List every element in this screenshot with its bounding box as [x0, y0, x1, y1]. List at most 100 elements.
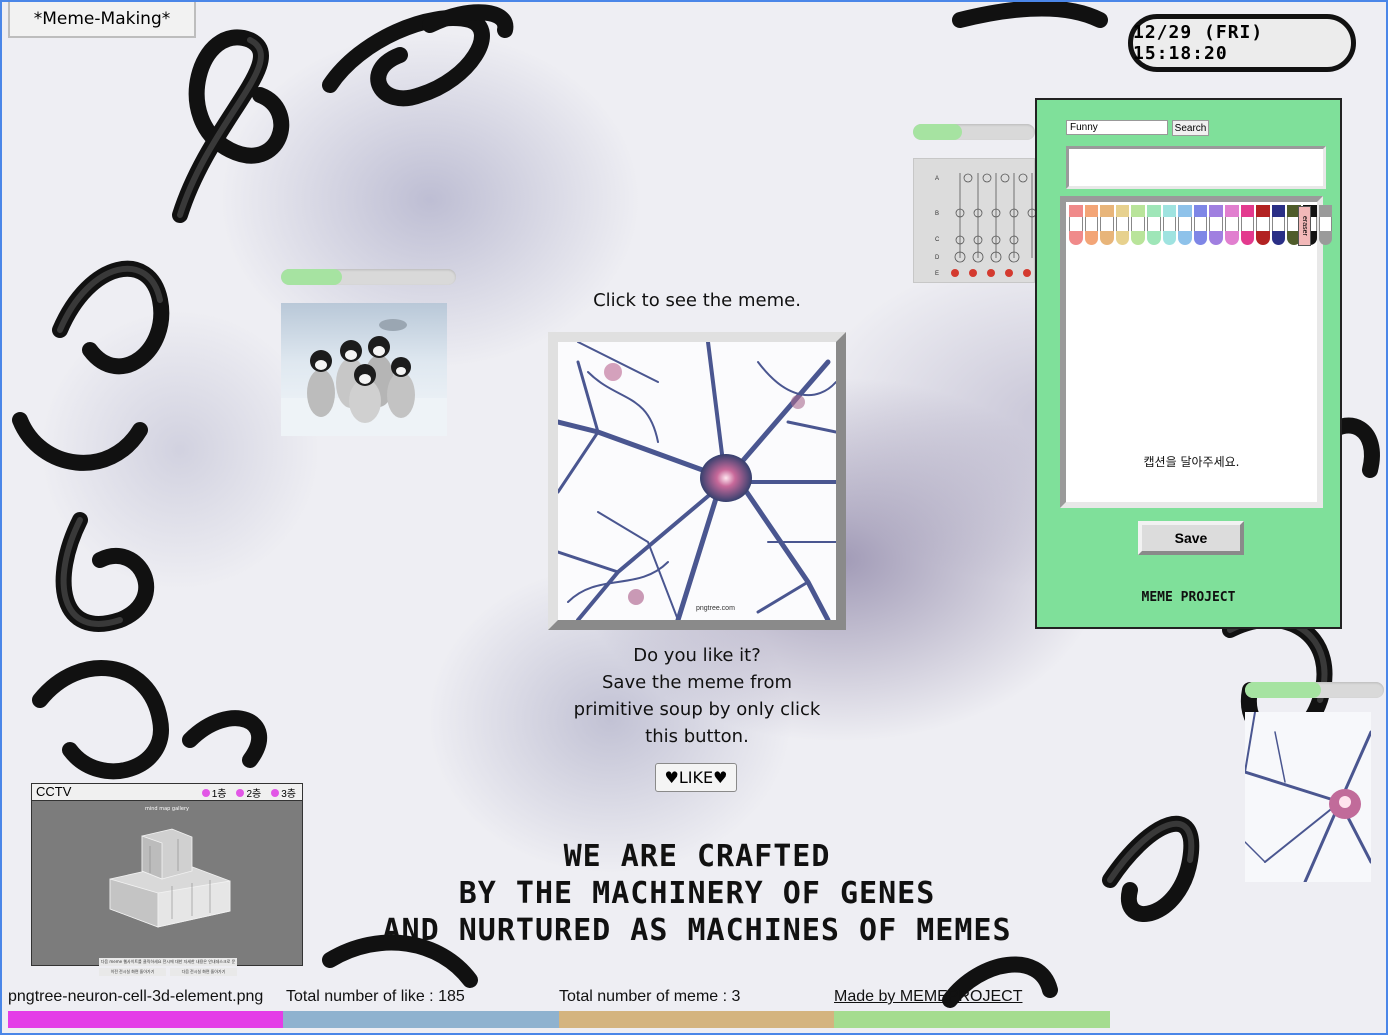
canvas-caption: 캡션을 달아주세요.: [1143, 455, 1240, 469]
crayon-label: [1224, 217, 1239, 231]
crayon-tip: [1100, 231, 1114, 245]
neuron-thumbnail-image: [1245, 712, 1371, 882]
crayon-color-swatch[interactable]: [1318, 205, 1333, 253]
crayon-label: [1115, 217, 1130, 231]
crayon-color-swatch[interactable]: [1069, 205, 1083, 253]
crayon-tip: [1131, 231, 1145, 245]
tagline-line: We are crafted: [563, 839, 831, 874]
caption-input[interactable]: [1066, 146, 1326, 189]
crayon-color-swatch[interactable]: [1209, 205, 1223, 253]
crayon-tip: [1318, 231, 1333, 245]
like-prompt: Do you like it? Save the meme from primi…: [548, 642, 846, 750]
crayon-color-swatch[interactable]: [1224, 205, 1239, 253]
mixer-progress-bar: [913, 124, 1035, 140]
footer-credits-link[interactable]: Made by MEMEPROJECT: [834, 988, 1110, 1010]
meme-project-logo: MEME PROJECT: [1141, 590, 1236, 605]
penguins-image: [281, 319, 447, 436]
footer-total-memes: Total number of meme : 3: [559, 988, 741, 1005]
floor-dot-icon: [236, 788, 245, 797]
mixer-progress-fill: [913, 124, 962, 140]
like-button[interactable]: ♥LIKE♥: [655, 763, 737, 792]
crayon-color-swatch[interactable]: [1256, 205, 1270, 253]
floor-dot-icon: [271, 788, 280, 797]
floor-tab-1[interactable]: 1층: [201, 785, 227, 800]
tagline-line: by the machinery of genes: [458, 876, 936, 911]
crayon-top: [1162, 205, 1177, 217]
crayon-label: [1271, 217, 1286, 231]
crayon-label: [1209, 217, 1223, 231]
crayon-color-swatch[interactable]: [1193, 205, 1208, 253]
floor-dot-icon: [201, 788, 210, 797]
crayon-label: [1240, 217, 1255, 231]
floor-label: 1층: [211, 789, 227, 800]
eraser-button[interactable]: eraser: [1298, 206, 1311, 246]
cctv-next-button[interactable]: 다음 전시실 화면 돌아가기: [170, 968, 237, 976]
search-button[interactable]: Search: [1172, 120, 1209, 136]
crayon-tip: [1224, 231, 1239, 245]
neuron-thumb-progress-bar: [1245, 682, 1384, 698]
sound-mixer[interactable]: A B C D E: [913, 158, 1035, 283]
footer-color-bar: [283, 1011, 559, 1028]
crayon-label: [1131, 217, 1145, 231]
crayon-color-swatch[interactable]: [1084, 205, 1099, 253]
penguin-progress-bar: [281, 269, 456, 285]
crayon-color-swatch[interactable]: [1178, 205, 1192, 253]
crayon-color-swatch[interactable]: [1100, 205, 1114, 253]
penguin-photo[interactable]: [281, 303, 447, 436]
floor-label: 2층: [246, 789, 262, 800]
footer-filename: pngtree-neuron-cell-3d-element.png: [8, 988, 264, 1005]
building-model-image: [109, 828, 231, 928]
mixer-row-label: D: [935, 255, 940, 261]
crayon-color-swatch[interactable]: [1162, 205, 1177, 253]
cctv-note: 다음 meme 웹사이트를 클릭하세요 전시에 대한 자세한 내용은 안내데스크…: [99, 958, 237, 966]
crayon-top: [1271, 205, 1286, 217]
meme-image-button[interactable]: pngtree.com: [548, 332, 846, 630]
mixer-row-label: A: [935, 176, 939, 182]
crayon-top: [1256, 205, 1270, 217]
penguin-progress-fill: [281, 269, 343, 285]
page-title: *Meme-Making*: [8, 2, 196, 38]
crayon-label: [1178, 217, 1192, 231]
crayon-color-swatch[interactable]: [1131, 205, 1145, 253]
tagline-line: and nurtured as machines of memes: [382, 913, 1012, 948]
crayon-color-swatch[interactable]: [1240, 205, 1255, 253]
color-palette: [1069, 205, 1333, 253]
crayon-color-swatch[interactable]: [1146, 205, 1161, 253]
crayon-tip: [1271, 231, 1286, 245]
save-button[interactable]: Save: [1138, 521, 1244, 555]
crayon-tip: [1069, 231, 1083, 245]
crayon-color-swatch[interactable]: [1271, 205, 1286, 253]
cctv-title: CCTV: [36, 784, 72, 799]
cctv-window: CCTV 1층 2층 3층 mind map gallery 다음 meme 웹…: [31, 783, 303, 976]
crayon-label: [1162, 217, 1177, 231]
crayon-label: [1146, 217, 1161, 231]
crayon-color-swatch[interactable]: [1115, 205, 1130, 253]
neuron-thumb-progress-fill: [1245, 682, 1322, 698]
floor-tab-2[interactable]: 2층: [236, 785, 261, 800]
crayon-tip: [1240, 231, 1255, 245]
clock-display: 12/29 (FRI) 15:18:20: [1128, 14, 1356, 72]
crayon-top: [1084, 205, 1099, 217]
crayon-tip: [1209, 231, 1223, 245]
floor-tab-3[interactable]: 3층: [271, 785, 296, 800]
click-prompt: Click to see the meme.: [593, 290, 801, 311]
drawing-canvas[interactable]: eraser 캡션을 달아주세요.: [1060, 196, 1333, 508]
crayon-top: [1115, 205, 1130, 217]
like-prompt-line: this button.: [645, 726, 749, 747]
crayon-label: [1100, 217, 1114, 231]
like-prompt-line: Save the meme from: [602, 672, 792, 693]
neuron-thumbnail[interactable]: [1245, 712, 1371, 882]
neuron-image: pngtree.com: [558, 342, 836, 620]
crayon-tip: [1162, 231, 1177, 245]
cctv-prev-button[interactable]: 이전 전시실 화면 돌아가기: [99, 968, 166, 976]
search-input[interactable]: [1066, 120, 1168, 135]
crayon-label: [1256, 217, 1270, 231]
crayon-tip: [1256, 231, 1270, 245]
footer-color-bar: [834, 1011, 1110, 1028]
like-prompt-line: Do you like it?: [633, 645, 761, 666]
crayon-tip: [1084, 231, 1099, 245]
tagline: We are crafted by the machinery of genes…: [330, 838, 1064, 949]
footer: pngtree-neuron-cell-3d-element.png Total…: [8, 988, 1110, 1028]
footer-color-bar: [8, 1011, 283, 1028]
crayon-top: [1146, 205, 1161, 217]
